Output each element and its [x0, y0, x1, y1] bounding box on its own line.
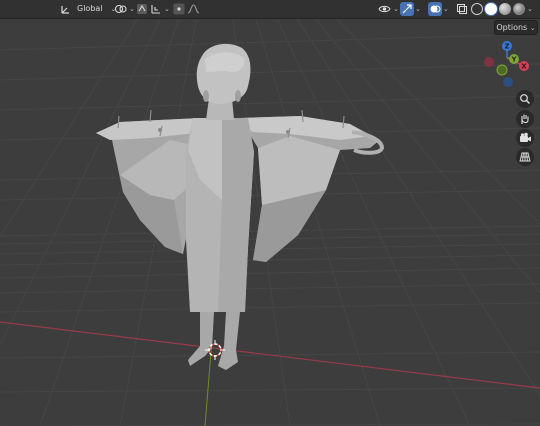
solid-shading-icon[interactable] — [485, 3, 497, 15]
3d-viewport[interactable]: Global ⌄ ⌄ ⌄ ⌄ ⌄ ⌄ ⌄ Options ⌄ Z Y X — [0, 0, 540, 426]
snap-target-dropdown[interactable]: ⌄ — [150, 2, 170, 16]
zoom-button[interactable] — [516, 90, 534, 108]
gizmo-neg-x — [484, 57, 494, 67]
shading-dropdown[interactable]: ⌄ — [527, 2, 533, 16]
snap-icon — [137, 4, 147, 14]
perspective-toggle-button[interactable] — [516, 148, 534, 166]
pan-button[interactable] — [516, 110, 534, 128]
transform-orientation-icon — [61, 6, 69, 14]
gizmo-dropdown[interactable]: ⌄ — [415, 2, 421, 16]
transform-orientation-label: Global — [77, 4, 103, 13]
overlay-icon — [430, 5, 441, 13]
zoom-icon — [520, 94, 530, 104]
pivot-point-icon — [114, 4, 127, 14]
falloff-dropdown[interactable] — [187, 2, 200, 16]
camera-view-button[interactable] — [516, 129, 534, 147]
proportional-editing-toggle[interactable] — [173, 2, 185, 16]
snap-toggle[interactable] — [136, 2, 148, 16]
viewport-scene[interactable] — [0, 0, 540, 426]
gizmo-toggle[interactable] — [400, 2, 414, 16]
pivot-point-dropdown[interactable]: ⌄ — [114, 2, 135, 16]
xray-toggle[interactable] — [456, 2, 468, 16]
chevron-down-icon: ⌄ — [393, 5, 399, 13]
eye-icon — [378, 5, 391, 13]
proportional-editing-icon — [173, 3, 185, 15]
gizmo-x-label: X — [521, 63, 527, 71]
gizmo-z-label: Z — [504, 43, 509, 51]
gizmo-icon — [402, 4, 412, 14]
chevron-down-icon: ⌄ — [443, 5, 449, 13]
navigation-gizmo[interactable]: Z Y X — [482, 38, 538, 94]
xray-icon — [457, 4, 467, 14]
gizmo-neg-z — [503, 77, 513, 87]
visibility-dropdown[interactable]: ⌄ — [378, 2, 399, 16]
chevron-down-icon: ⌄ — [527, 5, 533, 13]
chevron-down-icon: ⌄ — [529, 24, 536, 32]
transform-orientation-dropdown[interactable]: Global ⌄ — [60, 2, 116, 16]
chevron-down-icon: ⌄ — [164, 5, 170, 13]
falloff-curve-icon — [187, 4, 200, 14]
rendered-shading-icon[interactable] — [513, 3, 525, 15]
overlay-toggle[interactable] — [428, 2, 442, 16]
options-label: Options — [496, 23, 528, 32]
options-button[interactable]: Options ⌄ — [494, 20, 538, 35]
viewport-header: Global ⌄ ⌄ ⌄ ⌄ ⌄ ⌄ ⌄ — [0, 0, 540, 19]
gizmo-y-label: Y — [510, 56, 517, 64]
shading-mode-group — [471, 2, 525, 16]
pan-icon — [521, 114, 529, 124]
snap-target-icon — [151, 5, 160, 14]
wireframe-shading-icon[interactable] — [471, 3, 483, 15]
perspective-grid-icon — [519, 152, 531, 162]
material-shading-icon[interactable] — [499, 3, 511, 15]
chevron-down-icon: ⌄ — [129, 5, 135, 13]
chevron-down-icon: ⌄ — [415, 5, 421, 13]
camera-icon — [519, 132, 531, 142]
overlay-dropdown[interactable]: ⌄ — [443, 2, 449, 16]
gizmo-neg-y — [496, 64, 508, 76]
